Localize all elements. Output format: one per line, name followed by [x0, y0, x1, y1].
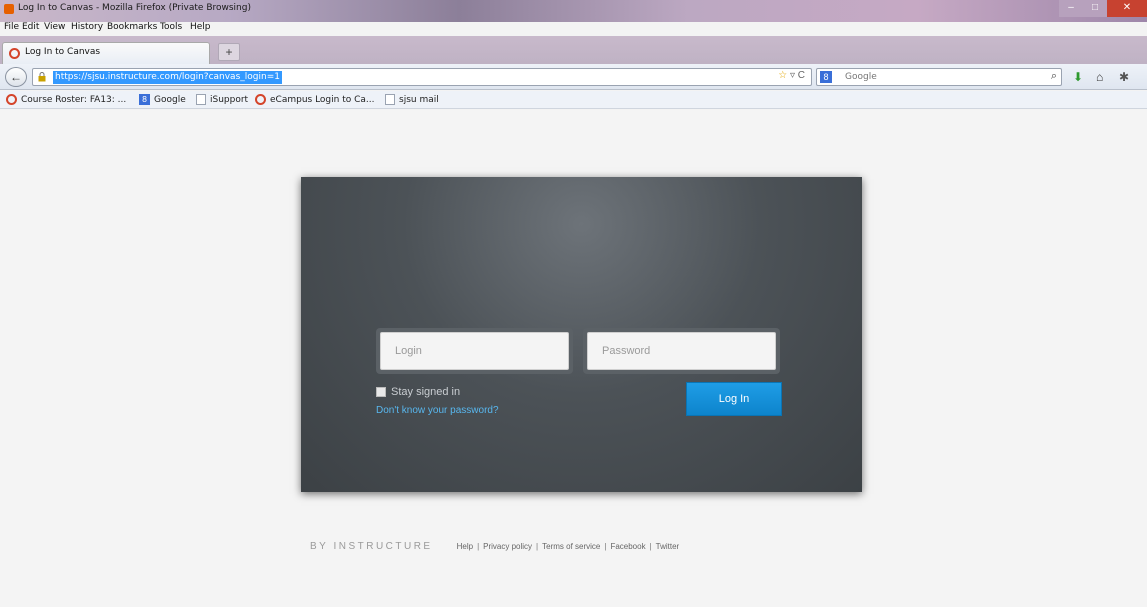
page-icon — [196, 94, 206, 105]
maximize-button[interactable]: □ — [1083, 0, 1107, 17]
extension-icon[interactable]: ✱ — [1119, 70, 1129, 84]
tab-strip: Log In to Canvas + — [0, 36, 1147, 64]
bookmark-star-icon[interactable]: ☆ — [778, 70, 787, 81]
back-button[interactable]: ← — [5, 67, 27, 87]
login-panel: Stay signed in Don't know your password?… — [301, 177, 862, 492]
footer-links: Help | Privacy policy | Terms of service… — [457, 542, 680, 551]
bookmarks-toolbar: Course Roster: FA13: ... 8 Google iSuppo… — [0, 91, 1147, 109]
separator: | — [536, 542, 539, 551]
url-actions: ☆ ▿ C — [778, 70, 805, 81]
new-tab-button[interactable]: + — [218, 43, 240, 61]
stay-signed-in-checkbox[interactable] — [376, 387, 386, 397]
tab-label: Log In to Canvas — [25, 47, 101, 57]
login-field-wrapper — [376, 328, 573, 374]
menu-bookmarks[interactable]: Bookmarks — [107, 22, 157, 32]
bookmark-label: Google — [154, 94, 186, 105]
minimize-button[interactable]: – — [1059, 0, 1083, 17]
facebook-link[interactable]: Facebook — [610, 542, 645, 551]
bookmark-label: sjsu mail — [399, 94, 439, 105]
window-controls: – □ ✕ — [1059, 0, 1147, 18]
canvas-ring-icon — [9, 48, 20, 59]
close-button[interactable]: ✕ — [1107, 0, 1147, 17]
tab-log-in-to-canvas[interactable]: Log In to Canvas — [2, 42, 210, 64]
separator: | — [477, 542, 480, 551]
terms-of-service-link[interactable]: Terms of service — [542, 542, 600, 551]
navigation-bar: ← https://sjsu.instructure.com/login?can… — [0, 64, 1147, 90]
page-content: Stay signed in Don't know your password?… — [0, 110, 1147, 607]
menu-edit[interactable]: Edit — [22, 22, 39, 32]
home-icon[interactable]: ⌂ — [1096, 70, 1103, 84]
search-icon[interactable]: ⌕ — [1051, 70, 1057, 83]
forgot-password-link[interactable]: Don't know your password? — [376, 405, 499, 416]
search-engine-icon[interactable]: 8 — [820, 71, 832, 83]
menu-view[interactable]: View — [44, 22, 65, 32]
stay-signed-in[interactable]: Stay signed in — [376, 386, 460, 398]
bookmark-sjsu-mail[interactable]: sjsu mail — [385, 94, 439, 105]
separator: | — [604, 542, 607, 551]
url-bar[interactable]: https://sjsu.instructure.com/login?canva… — [32, 68, 812, 86]
separator: | — [649, 542, 652, 551]
bookmark-label: Course Roster: FA13: ... — [21, 94, 127, 105]
bookmark-isupport[interactable]: iSupport — [196, 94, 248, 105]
bookmark-label: eCampus Login to Ca... — [270, 94, 375, 105]
menu-bar: File Edit View History Bookmarks Tools H… — [0, 22, 1147, 36]
download-icon[interactable]: ⬇ — [1073, 70, 1083, 84]
menu-file[interactable]: File — [4, 22, 19, 32]
password-field-wrapper — [583, 328, 780, 374]
firefox-icon — [4, 4, 14, 14]
url-dropdown-icon[interactable]: ▿ — [790, 70, 795, 81]
search-input[interactable] — [845, 70, 1025, 84]
canvas-ring-icon — [6, 94, 17, 105]
login-button[interactable]: Log In — [686, 382, 782, 416]
twitter-link[interactable]: Twitter — [656, 542, 680, 551]
reload-icon[interactable]: C — [798, 70, 805, 81]
search-bar[interactable]: 8 ⌕ — [816, 68, 1062, 86]
url-text[interactable]: https://sjsu.instructure.com/login?canva… — [53, 71, 282, 84]
menu-history[interactable]: History — [71, 22, 103, 32]
privacy-policy-link[interactable]: Privacy policy — [483, 542, 532, 551]
bookmark-course-roster[interactable]: Course Roster: FA13: ... — [6, 94, 126, 105]
password-input[interactable] — [587, 332, 776, 370]
instructure-brand: BY INSTRUCTURE — [310, 541, 433, 552]
menu-tools[interactable]: Tools — [160, 22, 182, 32]
lock-icon — [38, 72, 46, 82]
window-titlebar: Log In to Canvas - Mozilla Firefox (Priv… — [0, 0, 1147, 22]
page-icon — [385, 94, 395, 105]
footer: BY INSTRUCTURE Help | Privacy policy | T… — [310, 541, 679, 552]
bookmark-ecampus[interactable]: eCampus Login to Ca... — [255, 94, 375, 105]
help-link[interactable]: Help — [457, 542, 473, 551]
bookmark-label: iSupport — [210, 94, 249, 105]
login-input[interactable] — [380, 332, 569, 370]
bookmark-google[interactable]: 8 Google — [139, 94, 186, 105]
google-icon: 8 — [139, 94, 150, 105]
window-title: Log In to Canvas - Mozilla Firefox (Priv… — [18, 3, 251, 13]
menu-help[interactable]: Help — [190, 22, 211, 32]
stay-signed-in-label: Stay signed in — [391, 386, 461, 398]
canvas-ring-icon — [255, 94, 266, 105]
